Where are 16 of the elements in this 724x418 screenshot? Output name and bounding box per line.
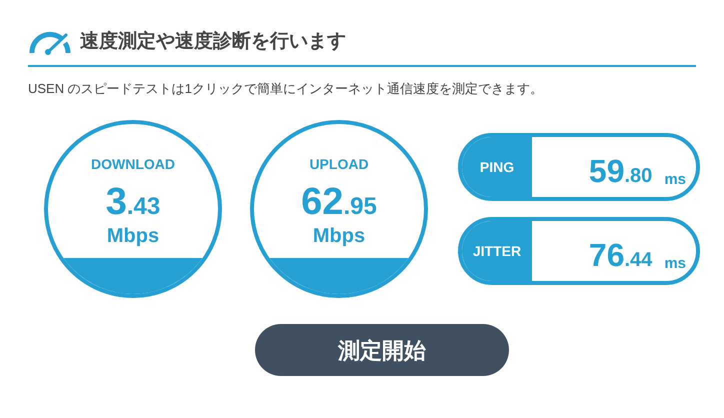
unit-label: ms <box>664 256 686 271</box>
start-measurement-button[interactable]: 測定開始 <box>255 324 509 376</box>
gauge-label: UPLOAD <box>309 155 369 174</box>
metric-value: 76.44 <box>588 239 652 271</box>
page-heading: 速度測定や速度診断を行います <box>80 30 346 54</box>
unit-label: Mbps <box>312 224 366 249</box>
metric-value: 59.80 <box>588 155 652 187</box>
unit-label: ms <box>664 172 686 187</box>
speedometer-icon <box>28 29 72 56</box>
speed-value: 62.95 <box>301 183 377 221</box>
speed-value: 3.43 <box>106 183 160 221</box>
metric-label: JITTER <box>462 221 532 281</box>
description-text: USEN のスピードテストは1クリックで簡単にインターネット通信速度を測定できます。 <box>28 80 544 98</box>
unit-label: Mbps <box>106 224 160 249</box>
gauge-label: DOWNLOAD <box>91 155 175 174</box>
metric-label: PING <box>462 137 532 197</box>
